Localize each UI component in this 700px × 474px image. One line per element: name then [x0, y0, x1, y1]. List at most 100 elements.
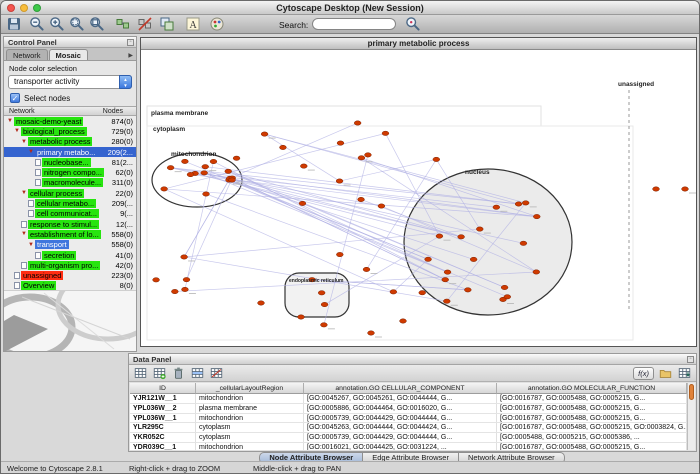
network-node[interactable] [520, 241, 527, 245]
network-node[interactable] [444, 270, 451, 274]
scrollbar-thumb[interactable] [689, 384, 694, 400]
network-node[interactable] [300, 164, 307, 168]
network-node[interactable] [504, 295, 511, 299]
unselect-all-attributes-icon[interactable] [209, 366, 224, 380]
network-node[interactable] [181, 255, 188, 259]
network-node[interactable] [261, 132, 268, 136]
network-node[interactable] [153, 278, 160, 282]
table-row[interactable]: YKR052Ccytoplasm[GO:0005739, GO:0044429,… [130, 433, 687, 443]
control-panel-tab-network[interactable]: Network [6, 49, 48, 60]
select-nodes-checkbox[interactable]: ✓ [10, 93, 20, 103]
network-tree-item[interactable]: ▼primary metabo...209(2... [4, 147, 136, 157]
network-node[interactable] [358, 197, 365, 201]
expand-toggle-icon[interactable]: ▼ [13, 128, 21, 134]
network-node[interactable] [358, 156, 365, 160]
network-node[interactable] [203, 192, 210, 196]
network-node[interactable] [442, 277, 449, 281]
network-node[interactable] [336, 179, 343, 183]
expand-toggle-icon[interactable]: ▼ [6, 118, 14, 124]
network-node[interactable] [368, 331, 375, 335]
network-node[interactable] [390, 290, 397, 294]
network-node[interactable] [682, 187, 689, 191]
network-tree-item[interactable]: multi-organism pro...42(0) [4, 260, 136, 270]
network-tree-item[interactable]: nucleobase...81(2... [4, 157, 136, 167]
network-tree-item[interactable]: ▼mosaic-demo-yeast874(0) [4, 116, 136, 126]
import-table-icon[interactable] [677, 366, 692, 380]
network-node[interactable] [400, 319, 407, 323]
table-row[interactable]: YPL036W__2plasma membrane[GO:0005886, GO… [130, 404, 687, 414]
table-row[interactable]: YLR295Ccytoplasm[GO:0045263, GO:0044444,… [130, 423, 687, 433]
select-attributes-icon[interactable] [133, 366, 148, 380]
network-tree-item[interactable]: ▼cellular process22(0) [4, 188, 136, 198]
network-search-icon[interactable] [405, 16, 421, 32]
table-scrollbar[interactable] [687, 383, 695, 450]
network-node[interactable] [225, 169, 232, 173]
expand-toggle-icon[interactable]: ▼ [27, 149, 35, 155]
network-node[interactable] [443, 299, 450, 303]
network-node[interactable] [365, 153, 372, 157]
expand-toggle-icon[interactable]: ▼ [20, 231, 28, 237]
network-tree-item[interactable]: macromolecule...311(0) [4, 178, 136, 188]
network-node[interactable] [336, 252, 343, 256]
network-tree-item[interactable]: secretion41(0) [4, 250, 136, 260]
hide-selected-icon[interactable] [137, 16, 153, 32]
control-panel-tab-mosaic[interactable]: Mosaic [49, 49, 88, 60]
network-node[interactable] [382, 131, 389, 135]
network-node[interactable] [425, 257, 432, 261]
table-row[interactable]: YJR121W__1mitochondrion[GO:0045267, GO:0… [130, 394, 687, 404]
network-tree-item[interactable]: cell communicat...9(... [4, 209, 136, 219]
new-network-from-selection-icon[interactable] [159, 16, 175, 32]
tab-scroll-right-icon[interactable]: ▶ [128, 49, 136, 60]
network-node[interactable] [321, 302, 328, 306]
search-input[interactable] [312, 18, 396, 30]
network-node[interactable] [653, 187, 660, 191]
network-node[interactable] [363, 267, 370, 271]
network-tree-item[interactable]: ▼biological_process729(0) [4, 126, 136, 136]
save-session-icon[interactable] [6, 16, 22, 32]
expand-toggle-icon[interactable]: ▼ [20, 190, 28, 196]
zoom-in-icon[interactable] [49, 16, 65, 32]
network-node[interactable] [171, 289, 178, 293]
network-tree-item[interactable]: cellular metabo...209(... [4, 198, 136, 208]
network-tree-item[interactable]: ▼establishment of lo...558(0) [4, 229, 136, 239]
network-node[interactable] [354, 121, 361, 125]
network-node[interactable] [201, 171, 208, 175]
vizmapper-icon[interactable] [209, 16, 225, 32]
network-tree-item[interactable]: response to stimul...12(... [4, 219, 136, 229]
network-node[interactable] [182, 287, 189, 291]
network-node[interactable] [181, 159, 188, 163]
network-node[interactable] [515, 202, 522, 206]
network-node[interactable] [320, 323, 327, 327]
network-node[interactable] [476, 227, 483, 231]
network-node[interactable] [522, 201, 529, 205]
network-node[interactable] [299, 201, 306, 205]
zoom-fit-icon[interactable] [89, 16, 105, 32]
column-header[interactable]: annotation.GO CELLULAR_COMPONENT [304, 383, 497, 394]
function-builder-icon[interactable]: f(x) [633, 367, 654, 380]
float-panel-button[interactable]: ▫ [127, 39, 134, 46]
network-node[interactable] [233, 156, 240, 160]
create-attribute-icon[interactable] [152, 366, 167, 380]
network-tree-item[interactable]: ▼metabolic process280(0) [4, 137, 136, 147]
network-node[interactable] [464, 288, 471, 292]
network-node[interactable] [493, 205, 500, 209]
network-node[interactable] [533, 270, 540, 274]
column-header[interactable]: ID [130, 383, 196, 394]
open-folder-icon[interactable] [658, 366, 673, 380]
network-node[interactable] [183, 277, 190, 281]
column-header[interactable]: annotation.GO MOLECULAR_FUNCTION [497, 383, 687, 394]
network-tree-item[interactable]: unassigned223(0) [4, 270, 136, 280]
network-node[interactable] [433, 157, 440, 161]
network-node[interactable] [501, 285, 508, 289]
zoom-selected-icon[interactable] [69, 16, 85, 32]
column-header[interactable]: _cellularLayoutRegion [196, 383, 304, 394]
network-node[interactable] [419, 291, 426, 295]
network-node[interactable] [161, 187, 168, 191]
float-data-panel-button[interactable]: ▫ [687, 356, 694, 363]
network-node[interactable] [436, 234, 443, 238]
network-node[interactable] [210, 159, 217, 163]
network-node[interactable] [533, 214, 540, 218]
network-tree-item[interactable]: nitrogen compo...62(0) [4, 167, 136, 177]
expand-toggle-icon[interactable]: ▼ [27, 242, 35, 248]
zoom-out-icon[interactable] [29, 16, 45, 32]
